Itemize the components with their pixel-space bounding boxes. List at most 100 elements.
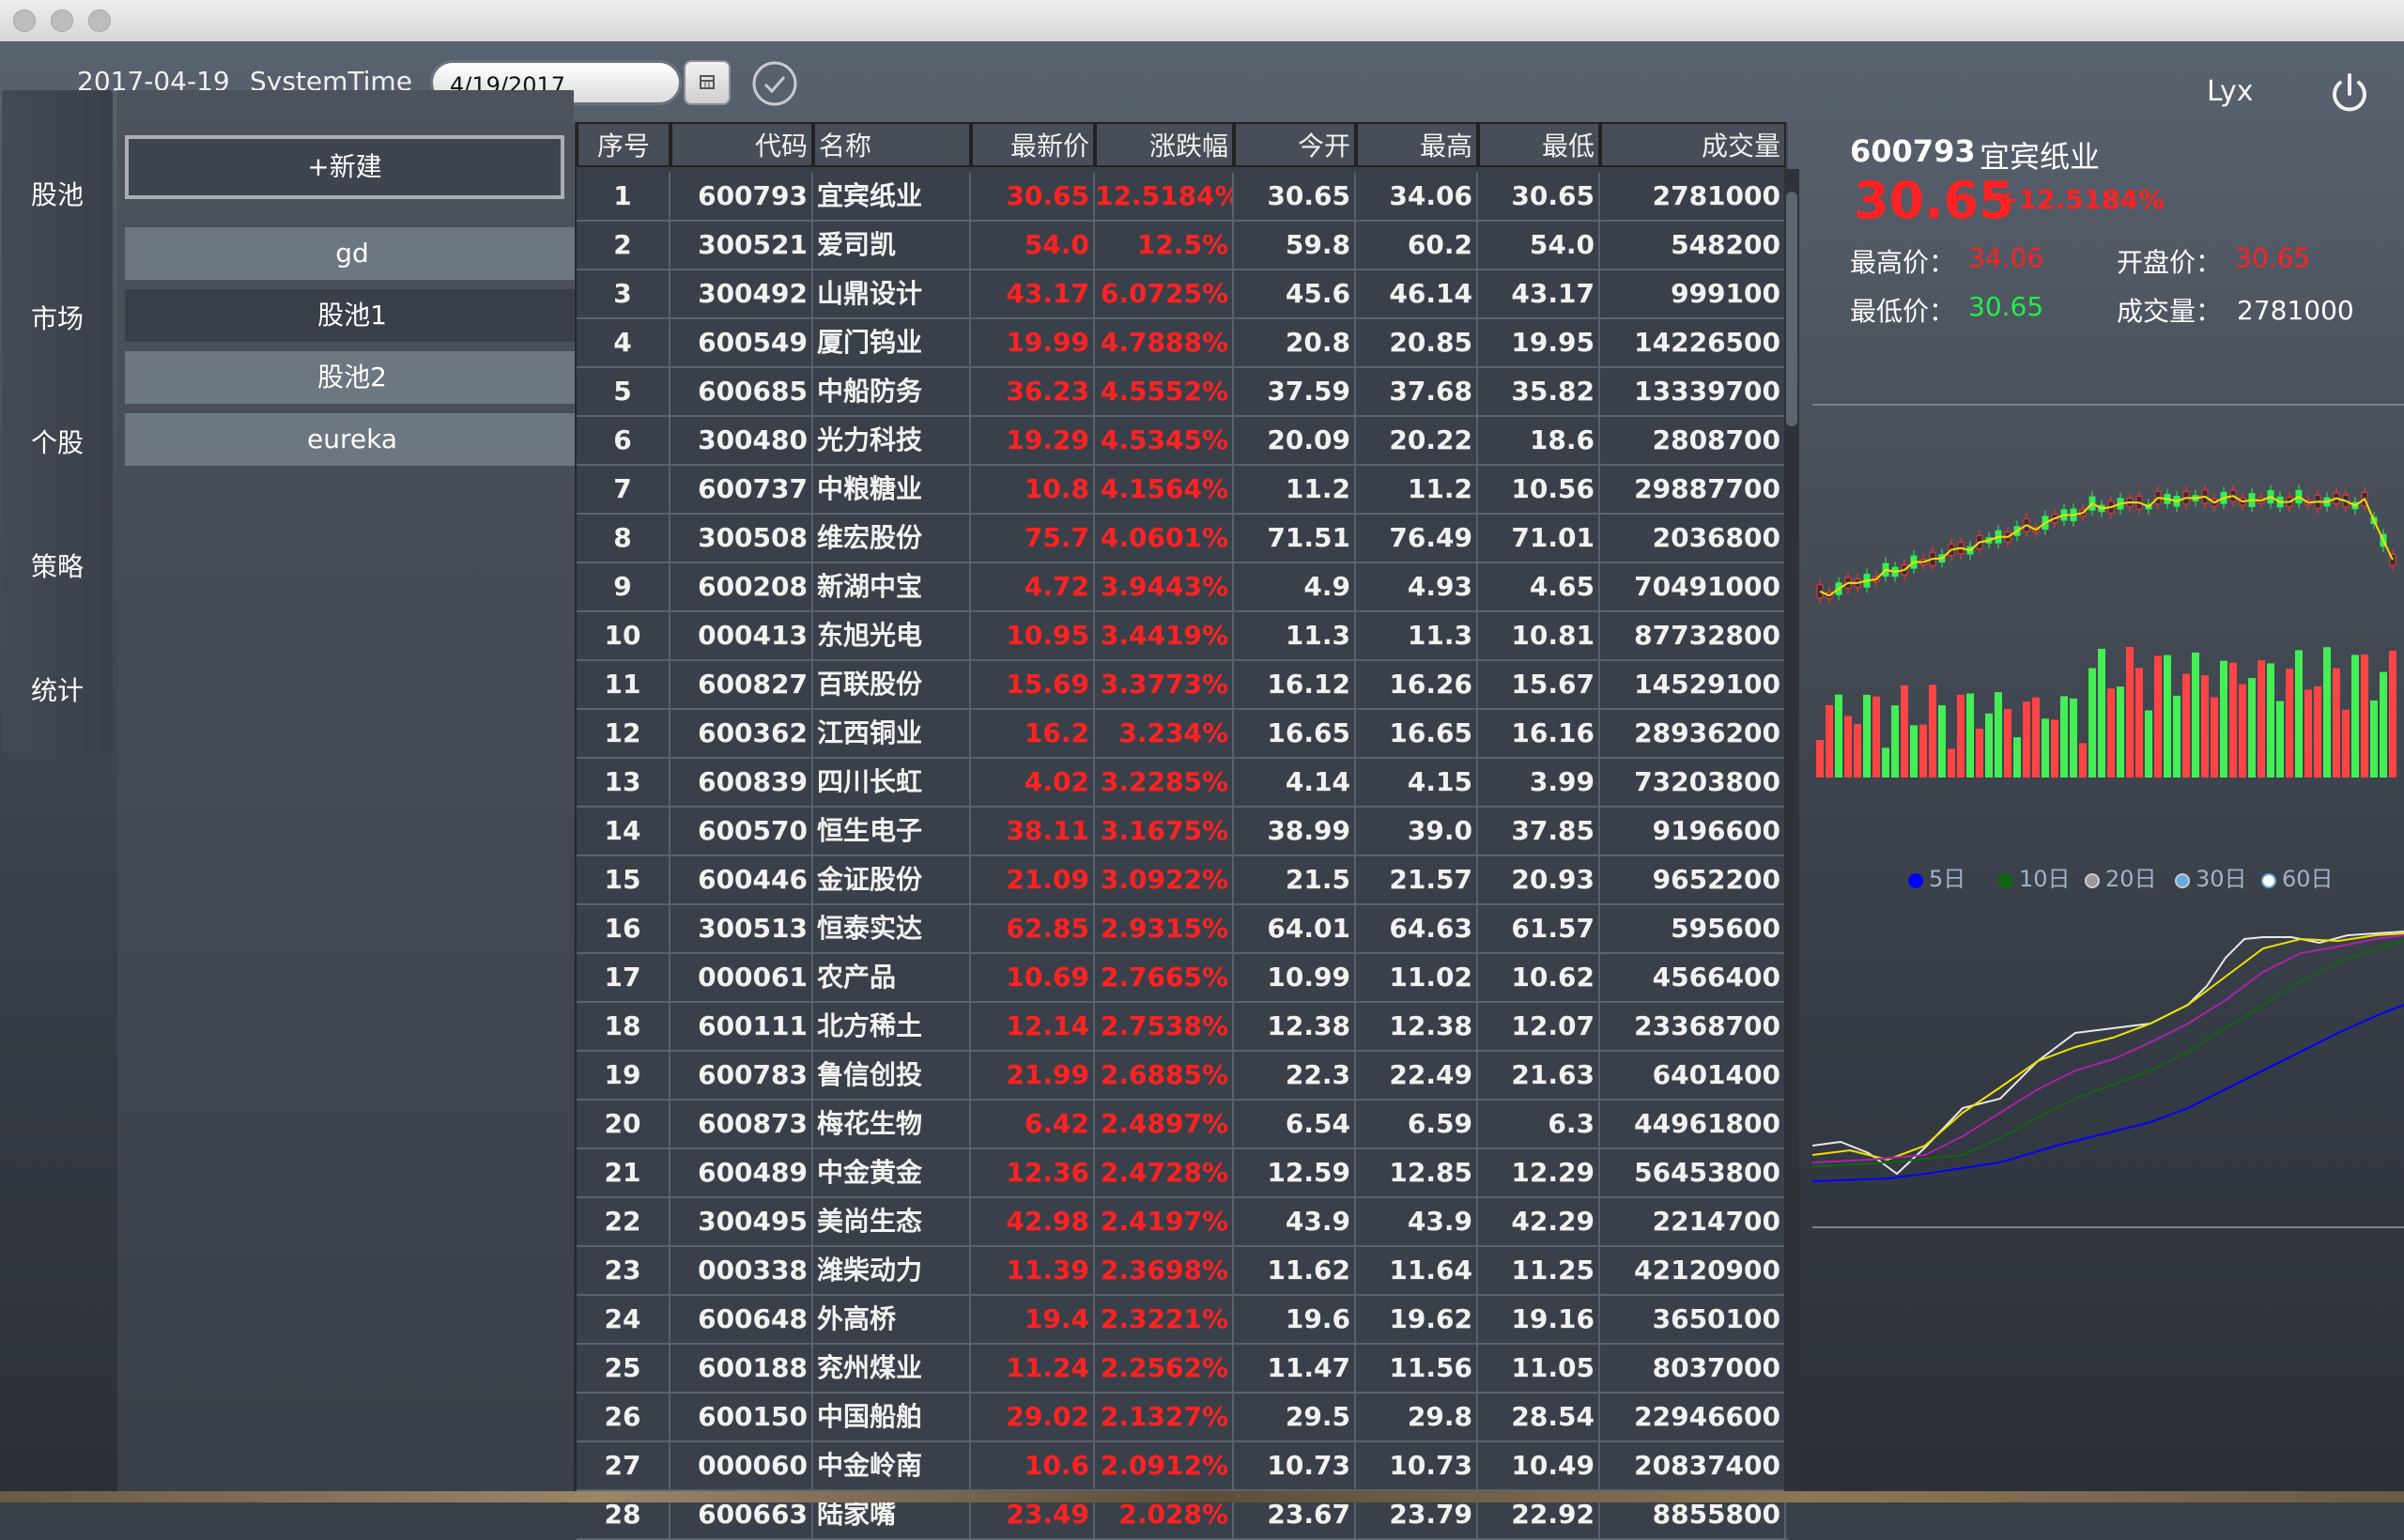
- volume-bar: [1976, 728, 1983, 778]
- cell-open: 30.65: [1234, 173, 1356, 220]
- confirm-button[interactable]: [751, 60, 798, 107]
- cell-latest: 19.99: [971, 319, 1095, 366]
- volume-bar: [2135, 668, 2143, 778]
- cell-index: 19: [577, 1052, 670, 1099]
- table-row[interactable]: 22 300495 美尚生态 42.98 2.4197% 43.9 43.9 42.29 221…: [577, 1198, 1788, 1247]
- volume-bar: [1901, 685, 1908, 778]
- table-row[interactable]: 13 600839 四川长虹 4.02 3.2285% 4.14 4.15 3.99 73203…: [577, 759, 1788, 808]
- table-row[interactable]: 20 600873 梅花生物 6.42 2.4897% 6.54 6.59 6.3 449618…: [577, 1101, 1788, 1149]
- table-row[interactable]: 24 600648 外高桥 19.4 2.3221% 19.6 19.62 19.16 3650…: [577, 1296, 1788, 1345]
- table-row[interactable]: 15 600446 金证股份 21.09 3.0922% 21.5 21.57 20.93 96…: [577, 856, 1788, 905]
- table-row[interactable]: 27 000060 中金岭南 10.6 2.0912% 10.73 10.73 10.49 20…: [577, 1442, 1788, 1491]
- volume-bar: [2192, 652, 2199, 778]
- header-volume[interactable]: 成交量: [1600, 122, 1786, 167]
- legend-ma5[interactable]: 5日: [1908, 860, 1965, 893]
- table-row[interactable]: 2 300521 爱司凯 54.0 12.5% 59.8 60.2 54.0 548200: [577, 222, 1788, 270]
- volume-bar: [2117, 686, 2124, 778]
- calendar-icon: [700, 75, 715, 89]
- table-row[interactable]: 8 300508 维宏股份 75.7 4.0601% 71.51 76.49 71.01 203…: [577, 515, 1788, 563]
- table-row[interactable]: 7 600737 中粮糖业 10.8 4.1564% 11.2 11.2 10.56 29887…: [577, 466, 1788, 515]
- nav-pool[interactable]: 股池: [2, 175, 113, 212]
- cell-index: 12: [577, 710, 670, 757]
- volume-bar: [2164, 654, 2171, 778]
- table-row[interactable]: 14 600570 恒生电子 38.11 3.1675% 38.99 39.0 37.85 91…: [577, 808, 1788, 856]
- cell-code: 300495: [670, 1198, 813, 1245]
- nav-statistics[interactable]: 统计: [2, 670, 113, 708]
- table-row[interactable]: 21 600489 中金黄金 12.36 2.4728% 12.59 12.85 12.29 5…: [577, 1149, 1788, 1198]
- table-row[interactable]: 4 600549 厦门钨业 19.99 4.7888% 20.8 20.85 19.95 142…: [577, 319, 1788, 368]
- close-window-button[interactable]: [13, 9, 36, 32]
- table-row[interactable]: 9 600208 新湖中宝 4.72 3.9443% 4.9 4.93 4.65 7049100…: [577, 563, 1788, 612]
- volume-bar: [2126, 646, 2134, 778]
- minimize-window-button[interactable]: [51, 9, 73, 32]
- volume-bar: [2295, 650, 2303, 778]
- header-index[interactable]: 序号: [577, 122, 670, 167]
- cell-name: 中船防务: [813, 368, 971, 415]
- cell-name: 东旭光电: [813, 612, 971, 659]
- volume-bar: [2042, 718, 2049, 778]
- volume-chart: [1816, 646, 2396, 778]
- cell-open: 10.73: [1234, 1442, 1356, 1489]
- table-row[interactable]: 23 000338 潍柴动力 11.39 2.3698% 11.62 11.64 11.25 4…: [577, 1247, 1788, 1296]
- cell-name: 恒生电子: [813, 808, 971, 855]
- table-row[interactable]: 10 000413 东旭光电 10.95 3.4419% 11.3 11.3 10.81 877…: [577, 612, 1788, 661]
- cell-volume: 28936200: [1600, 710, 1786, 757]
- new-pool-button[interactable]: +新建: [125, 135, 564, 199]
- cell-volume: 4566400: [1600, 954, 1786, 1001]
- header-low[interactable]: 最低: [1478, 122, 1600, 167]
- pool-item-pool1[interactable]: 股池1: [125, 289, 579, 342]
- nav-market[interactable]: 市场: [2, 299, 113, 336]
- header-change[interactable]: 涨跌幅: [1095, 122, 1234, 167]
- table-row[interactable]: 5 600685 中船防务 36.23 4.5552% 37.59 37.68 35.82 13…: [577, 368, 1788, 417]
- legend-ma30[interactable]: 30日: [2175, 860, 2247, 893]
- header-code[interactable]: 代码: [670, 122, 813, 167]
- cell-name: 山鼎设计: [813, 270, 971, 317]
- table-row[interactable]: 11 600827 百联股份 15.69 3.3773% 16.12 16.26 15.67 1…: [577, 661, 1788, 710]
- cell-code: 600549: [670, 319, 813, 366]
- table-row[interactable]: 16 300513 恒泰实达 62.85 2.9315% 64.01 64.63 61.57 5…: [577, 905, 1788, 954]
- table-row[interactable]: 3 300492 山鼎设计 43.17 6.0725% 45.6 46.14 43.17 999…: [577, 270, 1788, 319]
- scrollbar-thumb[interactable]: [1786, 192, 1797, 426]
- pool-item-gd[interactable]: gd: [125, 227, 579, 280]
- nav-stock[interactable]: 个股: [2, 423, 113, 460]
- legend-ma20[interactable]: 20日: [2085, 860, 2157, 893]
- cell-code: 000413: [670, 612, 813, 659]
- ma30-dot-icon: [2175, 873, 2190, 888]
- cell-volume: 13339700: [1600, 368, 1786, 415]
- volume-bar: [2154, 655, 2162, 778]
- volume-bar: [1910, 725, 1918, 778]
- power-button[interactable]: [2325, 69, 2374, 118]
- table-row[interactable]: 19 600783 鲁信创投 21.99 2.6885% 22.3 22.49 21.63 64…: [577, 1052, 1788, 1101]
- cell-open: 12.38: [1234, 1003, 1356, 1050]
- window-titlebar: [0, 0, 2404, 42]
- table-row[interactable]: 18 600111 北方稀土 12.14 2.7538% 12.38 12.38 12.07 2…: [577, 1003, 1788, 1052]
- cell-low: 43.17: [1478, 270, 1600, 317]
- table-scrollbar[interactable]: [1784, 169, 1799, 1493]
- calendar-button[interactable]: [684, 60, 731, 105]
- nav-strategy[interactable]: 策略: [2, 547, 113, 584]
- volume-bar: [2060, 696, 2068, 778]
- zoom-window-button[interactable]: [88, 9, 111, 32]
- header-latest[interactable]: 最新价: [971, 122, 1095, 167]
- volume-bar: [2079, 743, 2087, 778]
- legend-ma60[interactable]: 60日: [2261, 860, 2334, 893]
- header-open[interactable]: 今开: [1234, 122, 1356, 167]
- volume-bar: [1929, 685, 1936, 778]
- pool-item-eureka[interactable]: eureka: [125, 413, 579, 466]
- header-name[interactable]: 名称: [813, 122, 971, 167]
- table-row[interactable]: 1 600793 宜宾纸业 30.65 12.5184% 30.65 34.06 30.65 2…: [577, 173, 1788, 222]
- cell-change: 4.0601%: [1095, 515, 1234, 562]
- table-row[interactable]: 25 600188 兖州煤业 11.24 2.2562% 11.47 11.56 11.05 8…: [577, 1345, 1788, 1394]
- pool-item-pool2[interactable]: 股池2: [125, 351, 579, 404]
- table-row[interactable]: 26 600150 中国船舶 29.02 2.1327% 29.5 29.8 28.54 229…: [577, 1394, 1788, 1442]
- table-row[interactable]: 6 300480 光力科技 19.29 4.5345% 20.09 20.22 18.6 280…: [577, 417, 1788, 466]
- volume-bar: [2023, 701, 2030, 778]
- volume-bar: [2286, 669, 2293, 778]
- detail-code: 600793: [1850, 133, 1976, 169]
- header-high[interactable]: 最高: [1356, 122, 1478, 167]
- table-row[interactable]: 12 600362 江西铜业 16.2 3.234% 16.65 16.65 16.16 289…: [577, 710, 1788, 759]
- cell-low: 4.65: [1478, 563, 1600, 610]
- legend-ma10[interactable]: 10日: [1998, 860, 2071, 893]
- stock-table: 序号 代码 名称 最新价 涨跌幅 今开 最高 最低 成交量 1 600793 宜宾纸…: [575, 122, 1788, 1540]
- table-row[interactable]: 17 000061 农产品 10.69 2.7665% 10.99 11.02 10.62 45…: [577, 954, 1788, 1003]
